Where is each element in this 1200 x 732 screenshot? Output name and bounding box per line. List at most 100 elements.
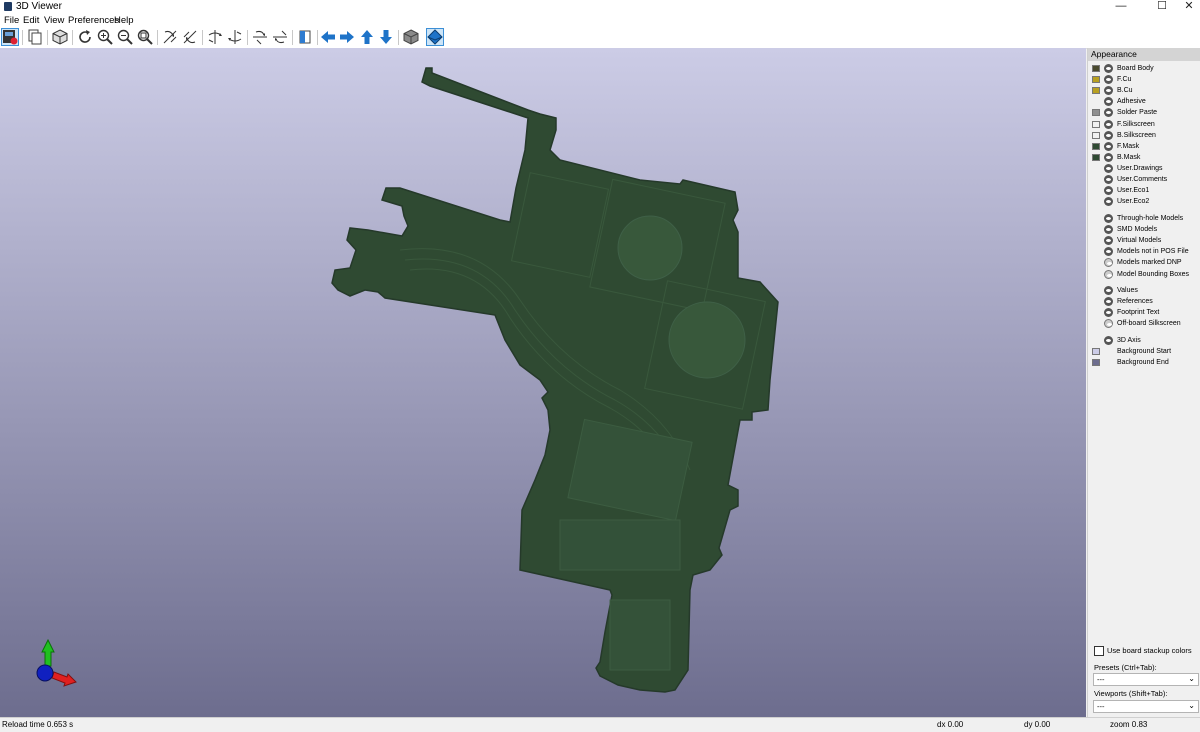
color-swatch[interactable]	[1092, 76, 1100, 84]
visibility-eye-icon[interactable]	[1104, 197, 1113, 207]
visibility-eye-icon[interactable]	[1104, 186, 1113, 196]
color-swatch[interactable]	[1092, 348, 1100, 356]
color-swatch[interactable]	[1092, 109, 1100, 117]
layer-row-models-marked-dnp[interactable]: Models marked DNP	[1088, 258, 1200, 268]
toggle-view-icon[interactable]	[426, 28, 444, 46]
layer-row-f-silkscreen[interactable]: F.Silkscreen	[1088, 119, 1200, 130]
presets-select[interactable]: --- ⌄	[1093, 673, 1199, 686]
layer-row-off-board-silkscreen[interactable]: Off-board Silkscreen	[1088, 319, 1200, 329]
layer-row-board-body[interactable]: Board Body	[1088, 64, 1200, 74]
visibility-eye-icon[interactable]	[1104, 297, 1113, 307]
presets-value: ---	[1097, 675, 1105, 684]
visibility-eye-icon[interactable]	[1104, 141, 1113, 151]
3d-canvas[interactable]	[0, 48, 1086, 717]
copy-image-icon[interactable]	[26, 28, 44, 46]
rotate-z-ccw-icon[interactable]	[271, 28, 289, 46]
color-swatch[interactable]	[1092, 359, 1100, 367]
minimize-button[interactable]: —	[1106, 0, 1136, 14]
layer-row-through-hole-models[interactable]: Through-hole Models	[1088, 214, 1200, 224]
layer-label: References	[1117, 298, 1153, 306]
visibility-eye-icon[interactable]	[1104, 336, 1113, 345]
layer-row-adhesive[interactable]: Adhesive	[1088, 97, 1200, 107]
layer-row-user-eco1[interactable]: User.Eco1	[1088, 186, 1200, 196]
visibility-eye-icon[interactable]	[1104, 119, 1113, 129]
stackup-checkbox-row[interactable]: Use board stackup colors	[1094, 646, 1192, 657]
visibility-eye-icon[interactable]	[1104, 97, 1113, 107]
viewports-select[interactable]: --- ⌄	[1093, 700, 1199, 713]
visibility-hidden-icon[interactable]	[1104, 269, 1113, 279]
color-swatch[interactable]	[1092, 65, 1100, 72]
layer-row-b-cu[interactable]: B.Cu	[1088, 86, 1200, 96]
zoom-out-icon[interactable]	[116, 28, 134, 46]
visibility-eye-icon[interactable]	[1104, 86, 1113, 96]
layer-row-footprint-text[interactable]: Footprint Text	[1088, 308, 1200, 318]
visibility-eye-icon[interactable]	[1104, 308, 1113, 318]
layer-row-f-mask[interactable]: F.Mask	[1088, 141, 1200, 152]
zoom-in-icon[interactable]	[96, 28, 114, 46]
pan-left-icon[interactable]	[319, 28, 337, 46]
layer-row-b-mask[interactable]: B.Mask	[1088, 152, 1200, 163]
visibility-eye-icon[interactable]	[1104, 247, 1113, 257]
rotate-y-ccw-icon[interactable]	[226, 28, 244, 46]
layer-row-values[interactable]: Values	[1088, 286, 1200, 296]
layer-label: Background End	[1117, 359, 1169, 367]
layer-label: User.Comments	[1117, 176, 1168, 183]
layer-row-b-silkscreen[interactable]: B.Silkscreen	[1088, 130, 1200, 141]
flip-board-icon[interactable]	[296, 28, 314, 46]
layer-row-virtual-models[interactable]: Virtual Models	[1088, 236, 1200, 246]
visibility-eye-icon[interactable]	[1104, 175, 1113, 184]
visibility-eye-icon[interactable]	[1104, 130, 1113, 140]
color-swatch[interactable]	[1092, 131, 1100, 139]
menu-help[interactable]: Help	[114, 15, 134, 26]
layer-row-smd-models[interactable]: SMD Models	[1088, 225, 1200, 235]
color-swatch[interactable]	[1092, 153, 1100, 161]
pcb-board-render	[331, 67, 779, 693]
maximize-button[interactable]: ☐	[1147, 0, 1177, 14]
layer-row-user-eco2[interactable]: User.Eco2	[1088, 197, 1200, 207]
visibility-eye-icon[interactable]	[1104, 64, 1113, 73]
layer-row-background-start[interactable]: Background Start	[1088, 347, 1200, 357]
layer-row-model-bounding-boxes[interactable]: Model Bounding Boxes	[1088, 269, 1200, 280]
ortho-icon[interactable]	[402, 28, 420, 46]
reload-icon[interactable]	[76, 28, 94, 46]
pan-right-icon[interactable]	[338, 28, 356, 46]
3d-box-icon[interactable]	[51, 28, 69, 46]
rotate-z-cw-icon[interactable]	[251, 28, 269, 46]
layer-label: SMD Models	[1117, 226, 1158, 234]
visibility-eye-icon[interactable]	[1104, 163, 1113, 173]
stackup-checkbox[interactable]	[1094, 646, 1104, 657]
visibility-eye-icon[interactable]	[1104, 225, 1113, 235]
layer-row-solder-paste[interactable]: Solder Paste	[1088, 108, 1200, 118]
layer-row-models-not-in-pos-file[interactable]: Models not in POS File	[1088, 247, 1200, 257]
visibility-hidden-icon[interactable]	[1104, 319, 1113, 329]
menu-view[interactable]: View	[44, 15, 64, 26]
layer-row-3d-axis[interactable]: 3D Axis	[1088, 336, 1200, 346]
layer-row-references[interactable]: References	[1088, 297, 1200, 307]
visibility-eye-icon[interactable]	[1104, 108, 1113, 118]
layer-label: F.Cu	[1117, 76, 1132, 84]
rotate-y-cw-icon[interactable]	[206, 28, 224, 46]
close-button[interactable]: ✕	[1174, 0, 1200, 14]
layer-row-background-end[interactable]: Background End	[1088, 358, 1200, 368]
visibility-eye-icon[interactable]	[1104, 152, 1113, 162]
visibility-hidden-icon[interactable]	[1104, 258, 1113, 268]
render-raytrace-icon[interactable]	[1, 28, 19, 46]
pan-up-icon[interactable]	[358, 28, 376, 46]
visibility-eye-icon[interactable]	[1104, 214, 1113, 223]
visibility-eye-icon[interactable]	[1104, 286, 1113, 295]
color-swatch[interactable]	[1092, 120, 1100, 128]
layer-row-user-comments[interactable]: User.Comments	[1088, 175, 1200, 185]
color-swatch[interactable]	[1092, 87, 1100, 95]
zoom-fit-icon[interactable]	[136, 28, 154, 46]
visibility-eye-icon[interactable]	[1104, 236, 1113, 246]
rotate-x-ccw-icon[interactable]	[181, 28, 199, 46]
layer-row-f-cu[interactable]: F.Cu	[1088, 75, 1200, 85]
color-swatch[interactable]	[1092, 142, 1100, 150]
menu-preferences[interactable]: Preferences	[68, 15, 119, 26]
visibility-eye-icon[interactable]	[1104, 75, 1113, 85]
layer-row-user-drawings[interactable]: User.Drawings	[1088, 163, 1200, 174]
menu-file[interactable]: File	[4, 15, 19, 26]
menu-edit[interactable]: Edit	[23, 15, 39, 26]
rotate-x-cw-icon[interactable]	[161, 28, 179, 46]
pan-down-icon[interactable]	[377, 28, 395, 46]
